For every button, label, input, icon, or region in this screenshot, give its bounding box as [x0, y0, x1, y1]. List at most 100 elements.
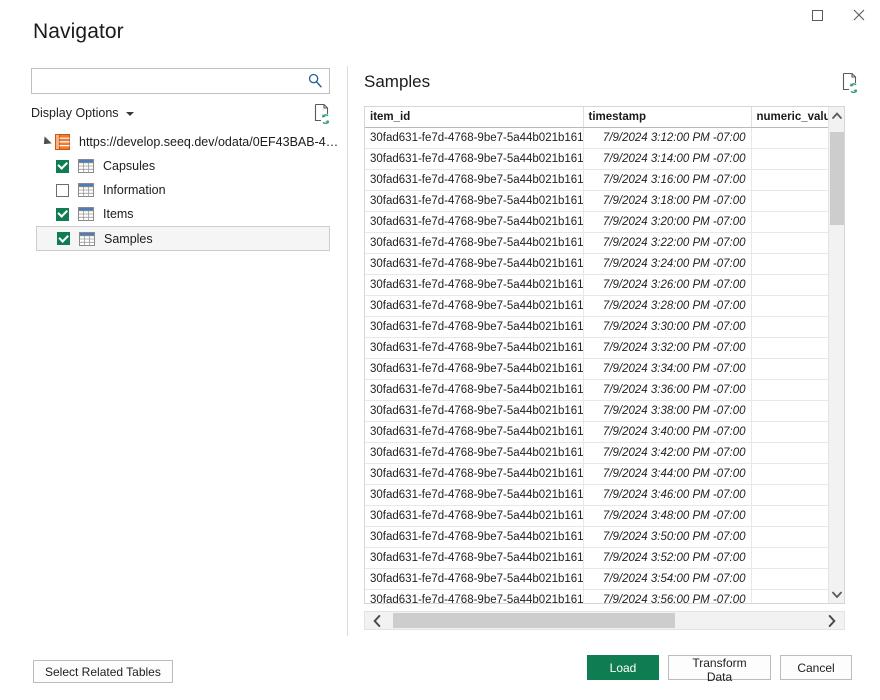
cell-item-id: 30fad631-fe7d-4768-9be7-5a44b021b161 — [365, 358, 583, 379]
cell-timestamp: 7/9/2024 3:36:00 PM -07:00 — [583, 379, 751, 400]
checkbox-samples[interactable] — [57, 232, 70, 245]
checkbox-capsules[interactable] — [56, 160, 69, 173]
tree-item-samples[interactable]: Samples — [36, 226, 330, 251]
cell-timestamp: 7/9/2024 3:40:00 PM -07:00 — [583, 421, 751, 442]
table-row[interactable]: 30fad631-fe7d-4768-9be7-5a44b021b1617/9/… — [365, 127, 845, 148]
cell-item-id: 30fad631-fe7d-4768-9be7-5a44b021b161 — [365, 274, 583, 295]
table-row[interactable]: 30fad631-fe7d-4768-9be7-5a44b021b1617/9/… — [365, 253, 845, 274]
cell-item-id: 30fad631-fe7d-4768-9be7-5a44b021b161 — [365, 484, 583, 505]
vertical-scrollbar[interactable] — [828, 107, 844, 603]
cell-timestamp: 7/9/2024 3:16:00 PM -07:00 — [583, 169, 751, 190]
table-row[interactable]: 30fad631-fe7d-4768-9be7-5a44b021b1617/9/… — [365, 295, 845, 316]
table-icon — [78, 183, 94, 197]
table-row[interactable]: 30fad631-fe7d-4768-9be7-5a44b021b1617/9/… — [365, 232, 845, 253]
cell-item-id: 30fad631-fe7d-4768-9be7-5a44b021b161 — [365, 442, 583, 463]
cell-timestamp: 7/9/2024 3:32:00 PM -07:00 — [583, 337, 751, 358]
horizontal-scrollbar[interactable] — [364, 611, 845, 630]
table-row[interactable]: 30fad631-fe7d-4768-9be7-5a44b021b1617/9/… — [365, 547, 845, 568]
tree-item-items[interactable]: Items — [36, 202, 341, 226]
chevron-right-icon — [828, 615, 836, 627]
cell-timestamp: 7/9/2024 3:52:00 PM -07:00 — [583, 547, 751, 568]
checkbox-information[interactable] — [56, 184, 69, 197]
tree-item-capsules[interactable]: Capsules — [36, 154, 341, 178]
cell-timestamp: 7/9/2024 3:50:00 PM -07:00 — [583, 526, 751, 547]
chevron-up-icon — [832, 112, 842, 119]
table-row[interactable]: 30fad631-fe7d-4768-9be7-5a44b021b1617/9/… — [365, 316, 845, 337]
transform-data-button[interactable]: Transform Data — [668, 655, 771, 680]
cell-timestamp: 7/9/2024 3:48:00 PM -07:00 — [583, 505, 751, 526]
column-header-timestamp[interactable]: timestamp — [583, 107, 751, 127]
table-row[interactable]: 30fad631-fe7d-4768-9be7-5a44b021b1617/9/… — [365, 484, 845, 505]
cell-item-id: 30fad631-fe7d-4768-9be7-5a44b021b161 — [365, 127, 583, 148]
window-controls — [796, 0, 880, 30]
table-row[interactable]: 30fad631-fe7d-4768-9be7-5a44b021b1617/9/… — [365, 148, 845, 169]
table-row[interactable]: 30fad631-fe7d-4768-9be7-5a44b021b1617/9/… — [365, 400, 845, 421]
scroll-down-button[interactable] — [829, 586, 845, 603]
table-row[interactable]: 30fad631-fe7d-4768-9be7-5a44b021b1617/9/… — [365, 442, 845, 463]
table-row[interactable]: 30fad631-fe7d-4768-9be7-5a44b021b1617/9/… — [365, 568, 845, 589]
vertical-scroll-thumb[interactable] — [830, 132, 844, 225]
scroll-left-button[interactable] — [365, 612, 389, 629]
table-row[interactable]: 30fad631-fe7d-4768-9be7-5a44b021b1617/9/… — [365, 274, 845, 295]
table-row[interactable]: 30fad631-fe7d-4768-9be7-5a44b021b1617/9/… — [365, 379, 845, 400]
scroll-up-button[interactable] — [829, 107, 845, 124]
table-header: item_id timestamp numeric_value — [365, 107, 845, 127]
database-icon — [55, 134, 70, 150]
table-row[interactable]: 30fad631-fe7d-4768-9be7-5a44b021b1617/9/… — [365, 190, 845, 211]
cell-item-id: 30fad631-fe7d-4768-9be7-5a44b021b161 — [365, 295, 583, 316]
checkbox-items[interactable] — [56, 208, 69, 221]
table-row[interactable]: 30fad631-fe7d-4768-9be7-5a44b021b1617/9/… — [365, 358, 845, 379]
tree-root-node[interactable]: https://develop.seeq.dev/odata/0EF43BAB-… — [36, 130, 341, 154]
tree-item-label: Information — [103, 183, 166, 197]
cell-timestamp: 7/9/2024 3:24:00 PM -07:00 — [583, 253, 751, 274]
cancel-button[interactable]: Cancel — [780, 655, 852, 680]
cell-item-id: 30fad631-fe7d-4768-9be7-5a44b021b161 — [365, 526, 583, 547]
expander-collapse-icon[interactable] — [38, 135, 52, 149]
refresh-preview-icon[interactable] — [312, 102, 332, 124]
search-icon[interactable] — [306, 72, 324, 90]
maximize-button[interactable] — [796, 0, 838, 30]
chevron-left-icon — [373, 615, 381, 627]
table-row[interactable]: 30fad631-fe7d-4768-9be7-5a44b021b1617/9/… — [365, 526, 845, 547]
table-row[interactable]: 30fad631-fe7d-4768-9be7-5a44b021b1617/9/… — [365, 589, 845, 604]
select-related-tables-button[interactable]: Select Related Tables — [33, 660, 173, 683]
table-body: 30fad631-fe7d-4768-9be7-5a44b021b1617/9/… — [365, 127, 845, 604]
table-row[interactable]: 30fad631-fe7d-4768-9be7-5a44b021b1617/9/… — [365, 421, 845, 442]
table-row[interactable]: 30fad631-fe7d-4768-9be7-5a44b021b1617/9/… — [365, 505, 845, 526]
cell-timestamp: 7/9/2024 3:28:00 PM -07:00 — [583, 295, 751, 316]
table-icon — [78, 159, 94, 173]
search-box[interactable] — [31, 68, 330, 94]
table-row[interactable]: 30fad631-fe7d-4768-9be7-5a44b021b1617/9/… — [365, 463, 845, 484]
horizontal-scroll-thumb[interactable] — [393, 613, 675, 628]
maximize-icon — [812, 10, 823, 21]
load-button[interactable]: Load — [587, 655, 659, 680]
cell-timestamp: 7/9/2024 3:54:00 PM -07:00 — [583, 568, 751, 589]
table-row[interactable]: 30fad631-fe7d-4768-9be7-5a44b021b1617/9/… — [365, 169, 845, 190]
column-header-item-id[interactable]: item_id — [365, 107, 583, 127]
pane-divider — [347, 66, 348, 636]
search-input[interactable] — [32, 69, 304, 93]
tree-item-label: Items — [103, 207, 134, 221]
cell-timestamp: 7/9/2024 3:14:00 PM -07:00 — [583, 148, 751, 169]
table-row[interactable]: 30fad631-fe7d-4768-9be7-5a44b021b1617/9/… — [365, 211, 845, 232]
cell-timestamp: 7/9/2024 3:56:00 PM -07:00 — [583, 589, 751, 604]
scroll-right-button[interactable] — [820, 612, 844, 629]
data-preview-grid[interactable]: item_id timestamp numeric_value 30fad631… — [364, 106, 845, 604]
cell-item-id: 30fad631-fe7d-4768-9be7-5a44b021b161 — [365, 190, 583, 211]
page-title: Navigator — [33, 20, 124, 44]
close-button[interactable] — [838, 0, 880, 30]
cell-item-id: 30fad631-fe7d-4768-9be7-5a44b021b161 — [365, 148, 583, 169]
cell-item-id: 30fad631-fe7d-4768-9be7-5a44b021b161 — [365, 463, 583, 484]
chevron-down-icon — [832, 591, 842, 598]
chevron-down-icon — [126, 112, 134, 116]
cell-item-id: 30fad631-fe7d-4768-9be7-5a44b021b161 — [365, 547, 583, 568]
table-row[interactable]: 30fad631-fe7d-4768-9be7-5a44b021b1617/9/… — [365, 337, 845, 358]
table-icon — [78, 207, 94, 221]
refresh-preview-icon[interactable] — [840, 71, 860, 93]
cell-item-id: 30fad631-fe7d-4768-9be7-5a44b021b161 — [365, 421, 583, 442]
cell-timestamp: 7/9/2024 3:18:00 PM -07:00 — [583, 190, 751, 211]
cell-timestamp: 7/9/2024 3:30:00 PM -07:00 — [583, 316, 751, 337]
cell-timestamp: 7/9/2024 3:44:00 PM -07:00 — [583, 463, 751, 484]
display-options-dropdown[interactable]: Display Options — [31, 106, 134, 120]
tree-item-information[interactable]: Information — [36, 178, 341, 202]
